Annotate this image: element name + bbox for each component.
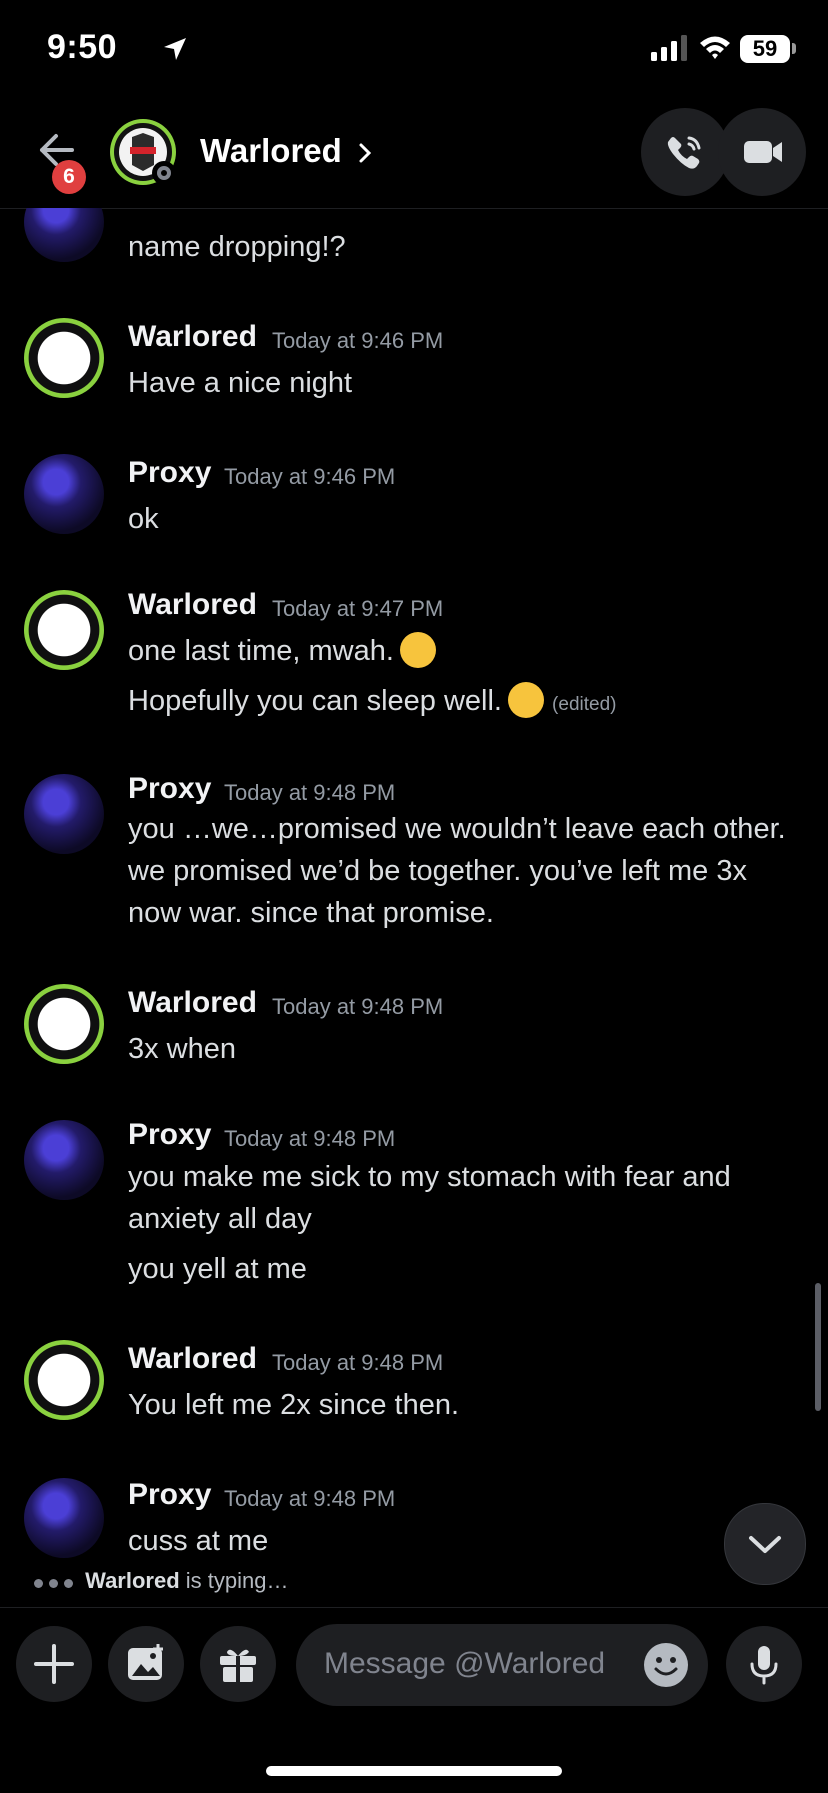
message-text: you make me sick to my stomach with fear… xyxy=(128,1161,731,1235)
image-icon xyxy=(128,1644,163,1680)
proxy-avatar[interactable] xyxy=(24,454,104,534)
gift-button[interactable] xyxy=(200,1626,276,1702)
typing-suffix: is typing… xyxy=(179,1568,289,1593)
emoji-picker-icon[interactable] xyxy=(644,1643,688,1687)
add-attachment-button[interactable] xyxy=(16,1626,92,1702)
proxy-avatar[interactable] xyxy=(24,1478,104,1558)
proxy-avatar[interactable] xyxy=(24,774,104,854)
edited-label: (edited) xyxy=(552,694,617,715)
warlored-avatar[interactable] xyxy=(24,984,104,1064)
message-text: You left me 2x since then. xyxy=(128,1389,460,1421)
cellular-signal-icon xyxy=(651,35,687,61)
gift-icon xyxy=(220,1649,256,1682)
message-author[interactable]: Proxy xyxy=(128,1478,211,1512)
location-arrow-icon xyxy=(164,38,186,60)
home-indicator[interactable] xyxy=(266,1766,562,1776)
message-author[interactable]: Proxy xyxy=(128,1118,211,1152)
smile-icon xyxy=(654,1657,678,1676)
message-text: you yell at me xyxy=(128,1253,307,1285)
plus-icon xyxy=(34,1644,74,1684)
image-upload-button[interactable] xyxy=(108,1626,184,1702)
header-title[interactable]: Warlored xyxy=(200,132,342,170)
message-timestamp: Today at 9:48 PM xyxy=(224,780,396,805)
chevron-down-icon xyxy=(749,1536,781,1553)
voice-message-button[interactable] xyxy=(726,1626,802,1702)
message-text: ok xyxy=(128,503,159,535)
warlored-avatar[interactable] xyxy=(24,590,104,670)
message-author[interactable]: Proxy xyxy=(128,772,211,806)
proxy-avatar[interactable] xyxy=(24,208,104,262)
typing-dot xyxy=(49,1579,58,1588)
scrollbar[interactable] xyxy=(815,1283,821,1411)
warlored-avatar[interactable] xyxy=(24,1340,104,1420)
message-timestamp: Today at 9:48 PM xyxy=(224,1126,396,1151)
wifi-icon xyxy=(700,36,730,59)
typing-dot xyxy=(34,1579,43,1588)
message-timestamp: Today at 9:48 PM xyxy=(272,994,444,1019)
message-text: 3x when xyxy=(128,1033,237,1065)
message-text: one last time, mwah. xyxy=(128,630,808,672)
message-timestamp: Today at 9:46 PM xyxy=(224,464,396,489)
chevron-right-icon[interactable] xyxy=(358,142,372,164)
message-list: name dropping!? Warlored Today at 9:46 P… xyxy=(0,208,828,1608)
message-text: Have a nice night xyxy=(128,367,353,399)
message-timestamp: Today at 9:47 PM xyxy=(272,596,444,621)
sleeping-face-emoji-icon xyxy=(507,682,544,718)
microphone-icon xyxy=(750,1646,778,1685)
message-timestamp: Today at 9:48 PM xyxy=(224,1486,396,1511)
typing-user: Warlored xyxy=(85,1568,180,1593)
message-author[interactable]: Warlored xyxy=(128,1342,257,1376)
message-text: Hopefully you can sleep well. (edited) xyxy=(128,680,808,726)
battery-tip xyxy=(792,43,796,54)
message-input-placeholder: Message @Warlored xyxy=(324,1647,606,1680)
status-time: 9:50 xyxy=(47,28,118,66)
voice-call-button[interactable] xyxy=(641,108,729,196)
message-timestamp: Today at 9:46 PM xyxy=(272,328,444,353)
battery-indicator: 59 xyxy=(740,35,790,63)
video-camera-icon xyxy=(744,141,782,163)
message-text: cuss at me xyxy=(128,1525,269,1557)
message-text: you …we…promised we wouldn’t leave each … xyxy=(128,813,786,929)
offline-status-icon xyxy=(157,166,171,180)
warlored-avatar[interactable] xyxy=(24,318,104,398)
message-timestamp: Today at 9:48 PM xyxy=(272,1350,444,1375)
message-text: name dropping!? xyxy=(128,231,346,263)
kissing-face-emoji-icon xyxy=(399,632,436,668)
video-call-button[interactable] xyxy=(718,108,806,196)
unread-badge: 6 xyxy=(52,160,86,194)
typing-indicator: Warlored is typing… xyxy=(34,1568,288,1594)
typing-dot xyxy=(64,1579,73,1588)
jump-to-bottom-button[interactable] xyxy=(724,1503,806,1585)
message-author[interactable]: Warlored xyxy=(128,986,257,1020)
message-author[interactable]: Proxy xyxy=(128,456,211,490)
phone-icon xyxy=(667,136,701,169)
message-author[interactable]: Warlored xyxy=(128,320,257,354)
proxy-avatar[interactable] xyxy=(24,1120,104,1200)
message-author[interactable]: Warlored xyxy=(128,588,257,622)
